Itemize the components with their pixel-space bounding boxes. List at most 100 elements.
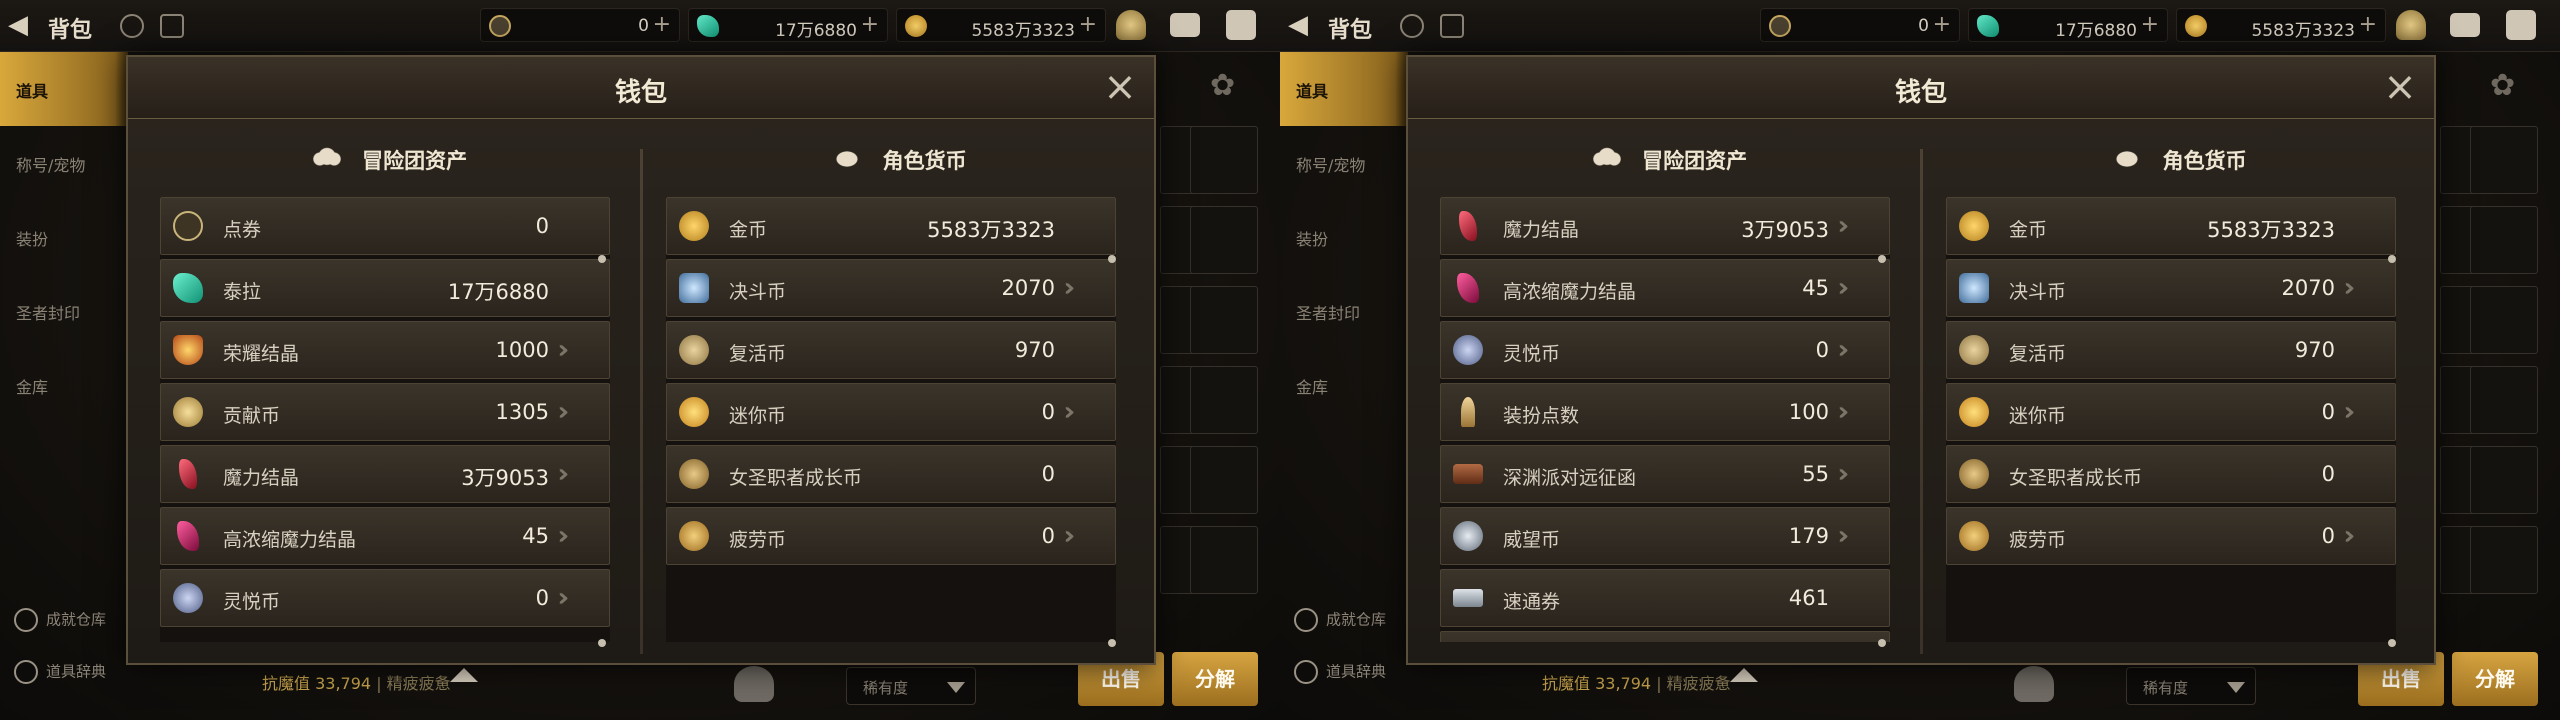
list-item[interactable]: 女圣职者成长币 0	[666, 445, 1116, 503]
chat-icon[interactable]	[1226, 10, 1256, 40]
chevron-up-icon[interactable]	[450, 668, 478, 682]
currency-coupon[interactable]: 0 +	[480, 8, 680, 42]
inventory-slot[interactable]	[1190, 286, 1258, 354]
inventory-slot[interactable]	[2470, 206, 2538, 274]
character-currency-list[interactable]: 金币 5583万3323 决斗币 2070 ›› 复活币 970 迷你币	[666, 197, 1116, 642]
list-item[interactable]: 威望币 179 ››	[1440, 507, 1890, 565]
sidebar-item-vault[interactable]: 金库	[1280, 348, 1408, 422]
list-item[interactable]: 荣耀结晶 1000 ››	[160, 321, 610, 379]
double-chevron-right-icon[interactable]: ››	[1839, 460, 1879, 488]
list-item[interactable]: 魔力结晶 3万9053 ››	[160, 445, 610, 503]
list-item[interactable]: 女圣职者成长币 0	[1946, 445, 2396, 503]
sidebar-item-titles[interactable]: 称号/宠物	[1280, 126, 1408, 200]
currency-coupon[interactable]: 0 +	[1760, 8, 1960, 42]
list-item[interactable]: 泰拉 17万6880	[160, 259, 610, 317]
double-chevron-right-icon[interactable]: ››	[1839, 336, 1879, 364]
adventure-assets-list[interactable]: 点券 0 泰拉 17万6880 荣耀结晶 1000 ›› 贡献币	[160, 197, 610, 642]
list-item[interactable]: 深渊派对远征函 55 ››	[1440, 445, 1890, 503]
plus-icon[interactable]: +	[1933, 12, 1951, 37]
list-item[interactable]: 金币 5583万3323	[1946, 197, 2396, 255]
plus-icon[interactable]: +	[653, 12, 671, 37]
list-item[interactable]: 复活币 970	[1946, 321, 2396, 379]
currency-gold[interactable]: 5583万3323 +	[896, 8, 1106, 42]
double-chevron-right-icon[interactable]: ››	[1839, 274, 1879, 302]
list-item[interactable]: 疲劳币 0 ››	[666, 507, 1116, 565]
close-icon[interactable]: ×	[1100, 67, 1140, 107]
sort-dropdown[interactable]: 稀有度	[846, 667, 976, 705]
list-item[interactable]: 灵悦币 0 ››	[160, 569, 610, 627]
chat-icon[interactable]	[2506, 10, 2536, 40]
inventory-slot[interactable]	[2470, 366, 2538, 434]
list-item[interactable]: 高浓缩魔力结晶 45 ››	[160, 507, 610, 565]
plus-icon[interactable]: +	[2141, 12, 2159, 37]
double-chevron-right-icon[interactable]: ››	[2345, 398, 2385, 426]
shop-icon[interactable]	[1116, 10, 1146, 40]
favorite-star-icon[interactable]: ✿	[2490, 68, 2524, 103]
adventure-assets-list[interactable]: 魔力结晶 3万9053 ›› 高浓缩魔力结晶 45 ›› 灵悦币 0 ››	[1440, 197, 1890, 642]
inventory-slot[interactable]	[2470, 286, 2538, 354]
list-item[interactable]: 点券 0	[160, 197, 610, 255]
double-chevron-right-icon[interactable]: ››	[1065, 522, 1105, 550]
list-item[interactable]: 迷你币 0 ››	[666, 383, 1116, 441]
list-item[interactable]: 迷你币 0 ››	[1946, 383, 2396, 441]
mail-icon[interactable]	[2450, 13, 2480, 37]
list-item[interactable]: 速通券 461	[1440, 569, 1890, 627]
inventory-slot[interactable]	[1190, 366, 1258, 434]
mail-icon[interactable]	[1170, 13, 1200, 37]
close-icon[interactable]: ×	[2380, 67, 2420, 107]
inventory-slot[interactable]	[1190, 206, 1258, 274]
double-chevron-right-icon[interactable]: ››	[559, 584, 599, 612]
list-item[interactable]: 复活币 970	[666, 321, 1116, 379]
double-chevron-right-icon[interactable]: ››	[1839, 398, 1879, 426]
eye-icon[interactable]	[120, 14, 144, 38]
sidebar-item-titles[interactable]: 称号/宠物	[0, 126, 128, 200]
double-chevron-right-icon[interactable]: ››	[2345, 522, 2385, 550]
sidebar-item-items[interactable]: 道具	[1280, 52, 1408, 126]
sidebar-item-seal[interactable]: 圣者封印	[0, 274, 128, 348]
currency-gold[interactable]: 5583万3323 +	[2176, 8, 2386, 42]
list-item[interactable]: 灵悦币 0 ››	[1440, 321, 1890, 379]
inventory-slot[interactable]	[1190, 446, 1258, 514]
favorite-star-icon[interactable]: ✿	[1210, 68, 1244, 103]
double-chevron-right-icon[interactable]: ››	[1839, 212, 1879, 240]
eye-icon[interactable]	[1400, 14, 1424, 38]
double-chevron-right-icon[interactable]: ››	[2345, 274, 2385, 302]
list-item[interactable]: 装扮点数 100 ››	[1440, 383, 1890, 441]
list-item[interactable]: 疲劳币 0 ››	[1946, 507, 2396, 565]
list-item[interactable]	[1440, 631, 1890, 642]
double-chevron-right-icon[interactable]: ››	[1065, 274, 1105, 302]
chevron-up-icon[interactable]	[1730, 668, 1758, 682]
list-item[interactable]: 决斗币 2070 ››	[1946, 259, 2396, 317]
inventory-slot[interactable]	[2470, 526, 2538, 594]
sidebar-achievement-storage[interactable]: 成就仓库	[1294, 608, 1386, 632]
sidebar-item-costume[interactable]: 装扮	[1280, 200, 1408, 274]
inventory-slot[interactable]	[2470, 446, 2538, 514]
sidebar-item-items[interactable]: 道具	[0, 52, 128, 126]
currency-terra[interactable]: 17万6880 +	[1968, 8, 2168, 42]
shop-icon[interactable]	[2396, 10, 2426, 40]
helmet-icon[interactable]	[734, 666, 774, 702]
helmet-icon[interactable]	[2014, 666, 2054, 702]
inventory-slot[interactable]	[1190, 526, 1258, 594]
list-item[interactable]: 魔力结晶 3万9053 ››	[1440, 197, 1890, 255]
list-item[interactable]: 金币 5583万3323	[666, 197, 1116, 255]
currency-terra[interactable]: 17万6880 +	[688, 8, 888, 42]
sort-dropdown[interactable]: 稀有度	[2126, 667, 2256, 705]
double-chevron-right-icon[interactable]: ››	[559, 336, 599, 364]
list-item[interactable]: 高浓缩魔力结晶 45 ››	[1440, 259, 1890, 317]
dismantle-button[interactable]: 分解	[1172, 652, 1258, 706]
sidebar-item-vault[interactable]: 金库	[0, 348, 128, 422]
back-arrow-icon[interactable]: ◀	[1288, 10, 1318, 40]
sidebar-item-seal[interactable]: 圣者封印	[1280, 274, 1408, 348]
double-chevron-right-icon[interactable]: ››	[559, 398, 599, 426]
plus-icon[interactable]: +	[2359, 12, 2377, 37]
back-arrow-icon[interactable]: ◀	[8, 10, 38, 40]
list-item[interactable]: 决斗币 2070 ››	[666, 259, 1116, 317]
plus-icon[interactable]: +	[1079, 12, 1097, 37]
double-chevron-right-icon[interactable]: ››	[1839, 522, 1879, 550]
plus-icon[interactable]: +	[861, 12, 879, 37]
bag-icon[interactable]	[160, 14, 184, 38]
inventory-slot[interactable]	[2470, 126, 2538, 194]
bag-icon[interactable]	[1440, 14, 1464, 38]
double-chevron-right-icon[interactable]: ››	[559, 522, 599, 550]
